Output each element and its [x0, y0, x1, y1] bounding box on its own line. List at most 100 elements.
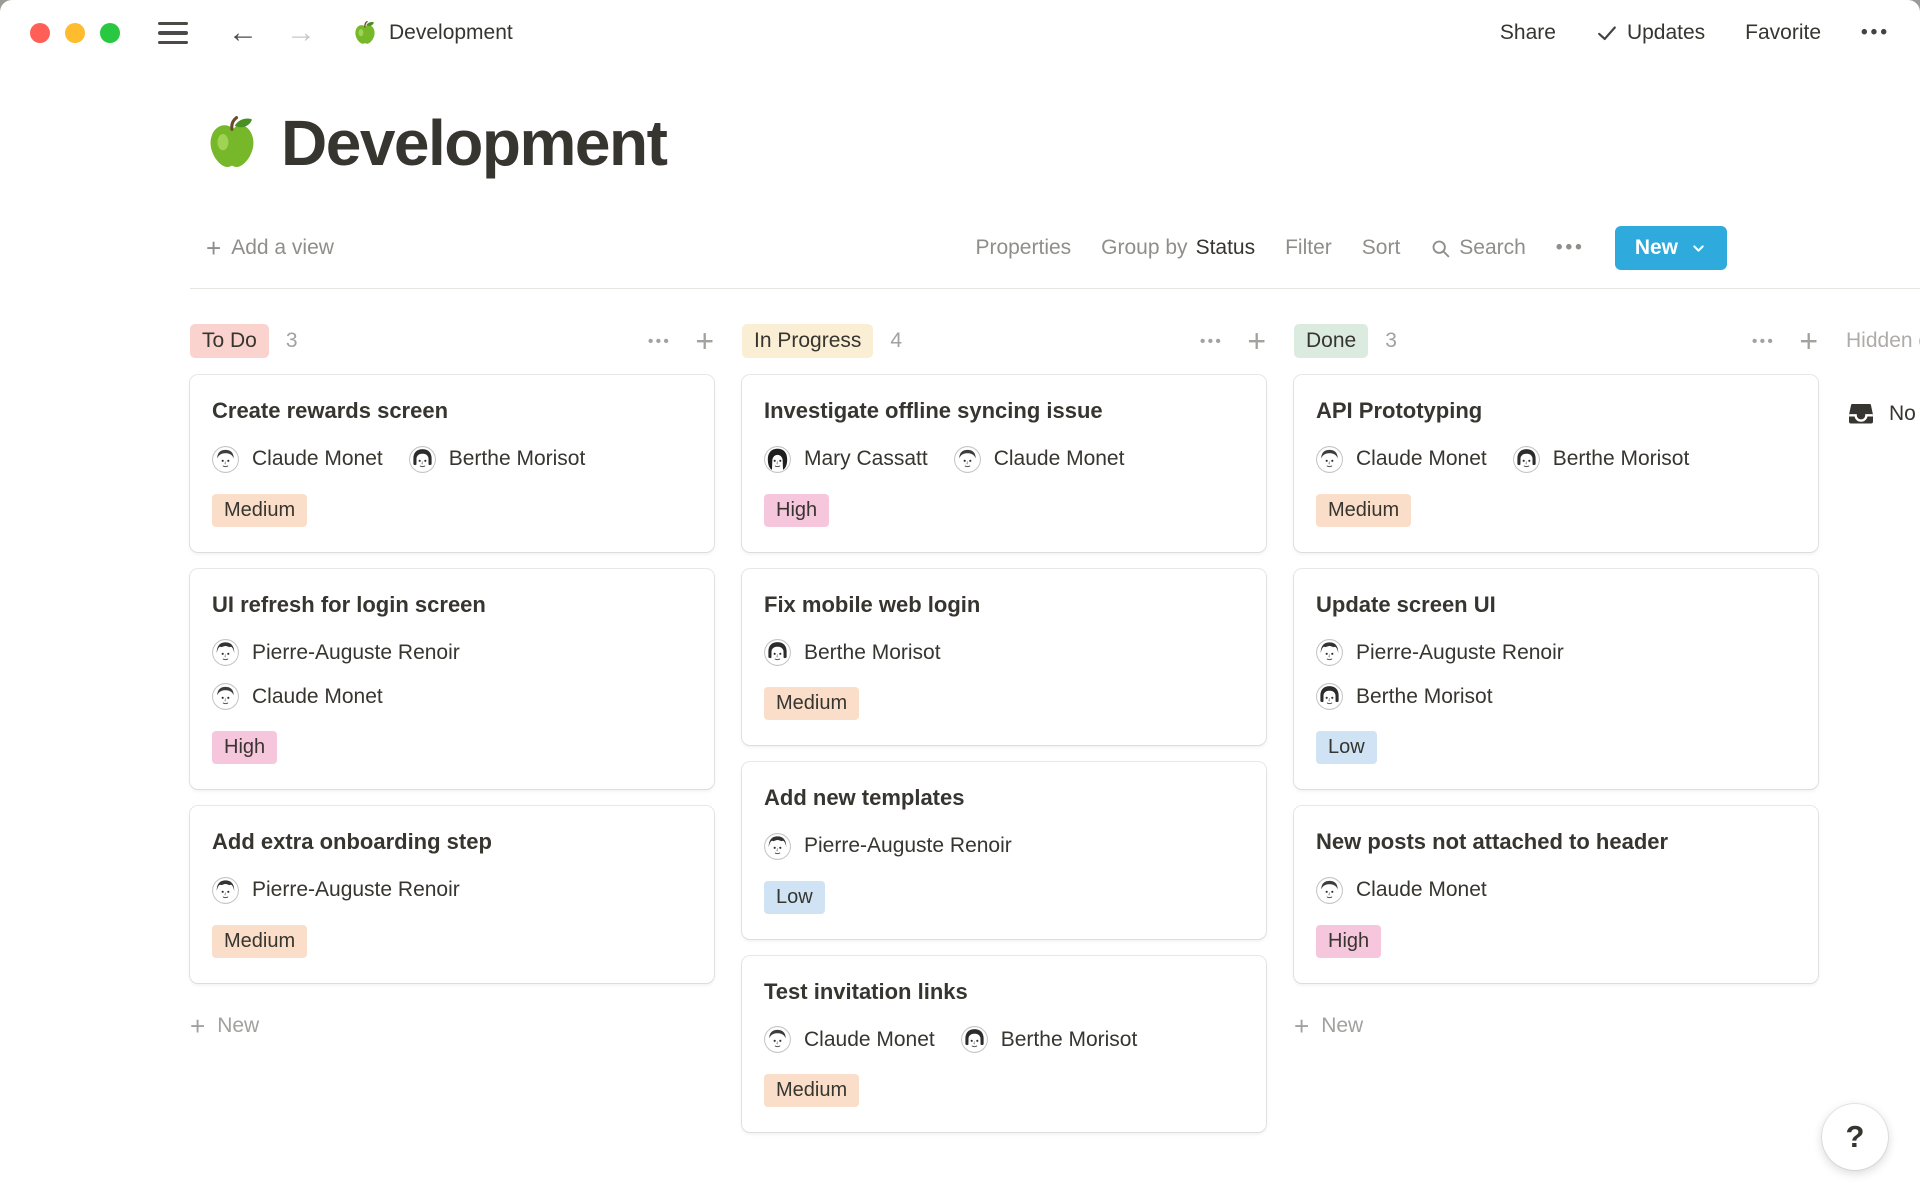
search-icon [1430, 238, 1451, 259]
back-icon[interactable]: ← [228, 18, 258, 48]
assignee-name: Pierre-Auguste Renoir [804, 834, 1012, 858]
priority-badge: Low [764, 881, 825, 914]
sidebar-menu-icon[interactable] [158, 22, 188, 45]
priority-badge: Medium [1316, 494, 1411, 527]
priority-badge: High [764, 494, 829, 527]
updates-button[interactable]: Updates [1596, 21, 1705, 45]
card[interactable]: API Prototyping Claude Monet Berthe Mori… [1294, 375, 1818, 552]
card-title: UI refresh for login screen [212, 591, 486, 619]
search-button[interactable]: Search [1430, 236, 1526, 260]
assignee: Mary Cassatt [764, 446, 928, 473]
status-badge[interactable]: To Do [190, 324, 269, 358]
kanban-board: To Do 3 ••• + Create rewards screen Clau… [190, 319, 1920, 1132]
avatar [961, 1026, 988, 1053]
zoom-window-icon[interactable] [100, 23, 120, 43]
card-title: Add extra onboarding step [212, 828, 492, 856]
inbox-tray-icon [1846, 399, 1876, 429]
check-icon [1596, 22, 1618, 44]
column-more-icon[interactable]: ••• [648, 333, 671, 350]
hidden-columns-section: Hidden columns No Status [1846, 319, 1920, 429]
add-view-button[interactable]: + Add a view [206, 233, 334, 264]
assignee: Claude Monet [212, 683, 460, 710]
card[interactable]: Add extra onboarding step Pierre-Auguste… [190, 806, 714, 983]
hidden-group-label: No Status [1889, 402, 1920, 426]
avatar [212, 877, 239, 904]
hidden-group-no-status[interactable]: No Status [1846, 399, 1920, 429]
card-title: Investigate offline syncing issue [764, 397, 1103, 425]
avatar [1316, 877, 1343, 904]
assignee: Berthe Morisot [409, 446, 586, 473]
assignee-name: Berthe Morisot [1356, 685, 1493, 709]
column-add-icon[interactable]: + [1799, 325, 1818, 357]
status-badge[interactable]: Done [1294, 324, 1368, 358]
breadcrumb-label: Development [389, 21, 513, 45]
column-more-icon[interactable]: ••• [1200, 333, 1223, 350]
card[interactable]: Test invitation links Claude Monet Berth… [742, 956, 1266, 1133]
properties-button[interactable]: Properties [975, 236, 1071, 260]
breadcrumb[interactable]: Development [352, 20, 513, 46]
add-card-button[interactable]: + New [1294, 1013, 1818, 1039]
assignee: Berthe Morisot [961, 1026, 1138, 1053]
card[interactable]: UI refresh for login screen Pierre-Augus… [190, 569, 714, 790]
card-count: 3 [1385, 329, 1397, 353]
share-button[interactable]: Share [1500, 21, 1556, 45]
card-title: Create rewards screen [212, 397, 448, 425]
column-more-icon[interactable]: ••• [1752, 333, 1775, 350]
new-button[interactable]: New [1615, 226, 1727, 270]
topbar-actions: Share Updates Favorite ••• [1500, 21, 1890, 45]
card[interactable]: Add new templates Pierre-Auguste Renoir … [742, 762, 1266, 939]
board-column-todo: To Do 3 ••• + Create rewards screen Clau… [190, 319, 714, 1039]
close-window-icon[interactable] [30, 23, 50, 43]
assignee: Pierre-Auguste Renoir [212, 639, 460, 666]
assignee: Claude Monet [1316, 877, 1487, 904]
assignee-name: Berthe Morisot [1001, 1028, 1138, 1052]
avatar [212, 639, 239, 666]
avatar [1316, 446, 1343, 473]
toolbar-more-icon[interactable]: ••• [1556, 237, 1585, 259]
view-toolbar: + Add a view Properties Group byStatus F… [206, 226, 1727, 270]
card[interactable]: Fix mobile web login Berthe Morisot Medi… [742, 569, 1266, 746]
assignee: Claude Monet [212, 446, 383, 473]
plus-icon: + [1294, 1013, 1309, 1039]
priority-badge: Medium [764, 687, 859, 720]
assignee-name: Pierre-Auguste Renoir [1356, 641, 1564, 665]
card-title: Add new templates [764, 784, 964, 812]
assignee-name: Claude Monet [1356, 878, 1487, 902]
column-add-icon[interactable]: + [1247, 325, 1266, 357]
card[interactable]: Create rewards screen Claude Monet Berth… [190, 375, 714, 552]
hidden-columns-label[interactable]: Hidden columns [1846, 319, 1920, 363]
help-button[interactable]: ? [1822, 1104, 1888, 1170]
card[interactable]: Investigate offline syncing issue Mary C… [742, 375, 1266, 552]
assignee-name: Berthe Morisot [449, 447, 586, 471]
assignee-name: Berthe Morisot [804, 641, 941, 665]
plus-icon: + [190, 1013, 205, 1039]
green-apple-icon[interactable] [203, 114, 261, 172]
card[interactable]: Update screen UI Pierre-Auguste Renoir B… [1294, 569, 1818, 790]
column-add-icon[interactable]: + [695, 325, 714, 357]
sort-button[interactable]: Sort [1362, 236, 1401, 260]
card[interactable]: New posts not attached to header Claude … [1294, 806, 1818, 983]
board-column-in-progress: In Progress 4 ••• + Investigate offline … [742, 319, 1266, 1132]
favorite-button[interactable]: Favorite [1745, 21, 1821, 45]
assignee: Claude Monet [764, 1026, 935, 1053]
filter-button[interactable]: Filter [1285, 236, 1332, 260]
group-by-button[interactable]: Group byStatus [1101, 236, 1255, 260]
minimize-window-icon[interactable] [65, 23, 85, 43]
add-card-button[interactable]: + New [190, 1013, 714, 1039]
status-badge[interactable]: In Progress [742, 324, 873, 358]
assignee: Berthe Morisot [1513, 446, 1690, 473]
assignee: Pierre-Auguste Renoir [1316, 639, 1564, 666]
assignee: Claude Monet [1316, 446, 1487, 473]
forward-icon: → [286, 18, 316, 48]
page-header: Development [203, 106, 1920, 180]
plus-icon: + [206, 233, 221, 264]
window-controls[interactable] [30, 23, 120, 43]
assignee-name: Mary Cassatt [804, 447, 928, 471]
card-title: API Prototyping [1316, 397, 1482, 425]
priority-badge: High [1316, 925, 1381, 958]
more-options-icon[interactable]: ••• [1861, 22, 1890, 44]
assignee-name: Claude Monet [252, 447, 383, 471]
assignee-name: Pierre-Auguste Renoir [252, 641, 460, 665]
avatar [764, 1026, 791, 1053]
assignee: Pierre-Auguste Renoir [212, 877, 460, 904]
